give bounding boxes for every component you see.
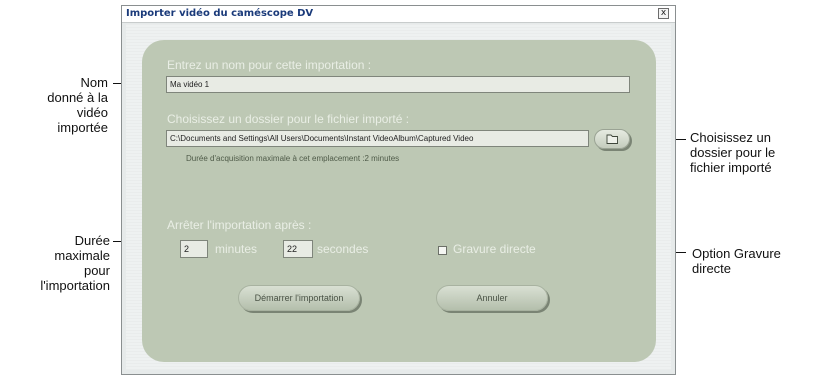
close-button[interactable]: x <box>658 8 669 19</box>
cancel-button[interactable]: Annuler <box>436 285 548 311</box>
annotation-folder: Choisissez un dossier pour le fichier im… <box>690 130 776 175</box>
minutes-unit-label: minutes <box>215 242 258 256</box>
annotation-name: Nom donné à la vidéo importée <box>47 75 108 135</box>
form-panel: Entrez un nom pour cette importation : M… <box>142 40 656 362</box>
start-import-button[interactable]: Démarrer l'importation <box>238 285 360 311</box>
seconds-input[interactable]: 22 <box>283 240 313 258</box>
window-title: Importer vidéo du caméscope DV <box>126 8 314 19</box>
annotation-burn: Option Gravure directe <box>692 246 781 276</box>
name-label: Entrez un nom pour cette importation : <box>167 58 372 72</box>
folder-icon <box>606 134 618 144</box>
minutes-input[interactable]: 2 <box>180 240 208 258</box>
browse-folder-button[interactable] <box>594 129 630 149</box>
direct-burn-checkbox[interactable] <box>438 246 447 255</box>
folder-label: Choisissez un dossier pour le fichier im… <box>167 112 410 126</box>
seconds-unit-label: secondes <box>317 242 369 256</box>
title-bar: Importer vidéo du caméscope DV x <box>122 6 675 23</box>
annotation-duration: Durée maximale pour l'importation <box>40 233 110 293</box>
name-input[interactable]: Ma vidéo 1 <box>166 76 630 93</box>
folder-path-input[interactable]: C:\Documents and Settings\All Users\Docu… <box>166 130 589 147</box>
stop-after-label: Arrêter l'importation après : <box>167 218 312 232</box>
direct-burn-label: Gravure directe <box>453 242 536 256</box>
max-duration-hint: Durée d'acquisition maximale à cet empla… <box>186 154 400 163</box>
import-dialog: Importer vidéo du caméscope DV x Entrez … <box>121 5 676 375</box>
